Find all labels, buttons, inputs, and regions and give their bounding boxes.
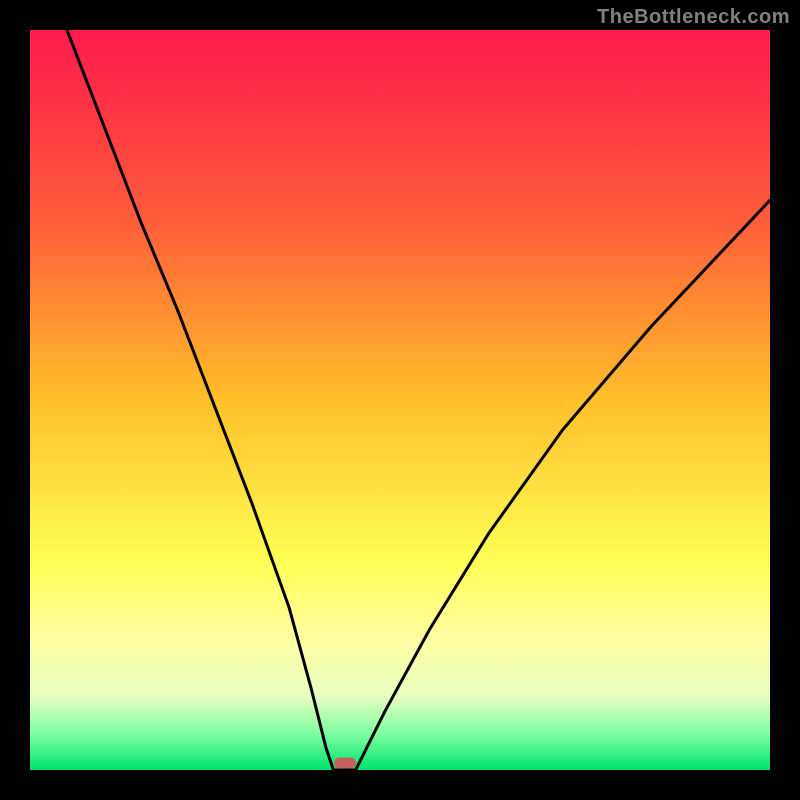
optimum-marker — [334, 757, 356, 768]
attribution-text: TheBottleneck.com — [597, 6, 790, 29]
plot-area — [30, 30, 770, 770]
chart-frame: TheBottleneck.com — [0, 0, 800, 800]
bottleneck-curve — [30, 30, 770, 770]
curve-path — [67, 30, 770, 770]
